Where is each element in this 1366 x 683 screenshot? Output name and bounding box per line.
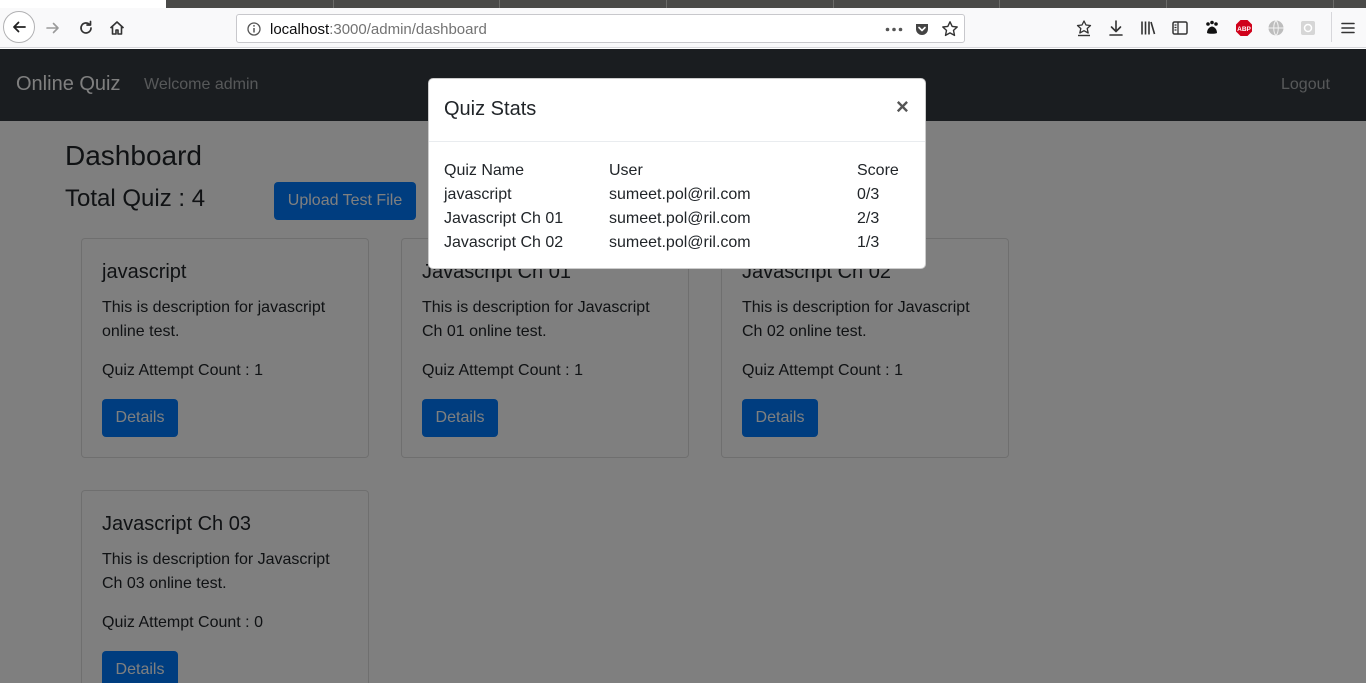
quiz-stats-modal: Quiz Stats × Quiz Name User Score javasc… <box>428 78 926 269</box>
downloads-button[interactable] <box>1106 18 1126 38</box>
info-icon[interactable] <box>247 22 261 36</box>
extension-paw-button[interactable] <box>1202 18 1222 38</box>
url-path: :3000/admin/dashboard <box>329 21 487 38</box>
table-row: Javascript Ch 02 sumeet.pol@ril.com 1/3 <box>444 231 917 255</box>
sidebar-icon <box>1172 21 1188 35</box>
globe-icon <box>1268 20 1284 36</box>
back-button[interactable] <box>3 11 35 43</box>
tab-separator <box>1166 0 1167 8</box>
url-host: localhost <box>270 21 330 38</box>
column-header-user: User <box>609 162 643 179</box>
bookmark-star-icon[interactable] <box>941 20 959 38</box>
column-header-quiz-name: Quiz Name <box>444 162 525 179</box>
extension-grid-button[interactable] <box>1298 18 1318 38</box>
tab-separator <box>666 0 667 8</box>
browser-toolbar: localhost:3000/admin/dashboard ABP <box>0 8 1366 48</box>
table-header-row: Quiz Name User Score <box>444 159 917 183</box>
modal-header: Quiz Stats × <box>429 79 925 142</box>
cell-score: 1/3 <box>857 234 880 251</box>
reload-button[interactable] <box>76 18 96 38</box>
url-text[interactable]: localhost:3000/admin/dashboard <box>270 21 487 38</box>
forward-button[interactable] <box>43 18 63 38</box>
cell-quiz-name: Javascript Ch 02 <box>444 234 564 251</box>
cell-score: 0/3 <box>857 186 880 203</box>
back-arrow-icon <box>13 21 26 33</box>
adblock-plus-icon: ABP <box>1236 20 1252 36</box>
menu-button[interactable] <box>1338 18 1358 38</box>
paw-icon <box>1206 20 1218 34</box>
page-content: Online Quiz Welcome admin Logout Dashboa… <box>0 49 1366 683</box>
tab-strip <box>0 0 1366 8</box>
download-icon <box>1109 20 1123 36</box>
column-header-score: Score <box>857 162 899 179</box>
hamburger-menu-icon <box>1341 22 1355 34</box>
library-icon <box>1141 21 1156 35</box>
table-row: Javascript Ch 01 sumeet.pol@ril.com 2/3 <box>444 207 917 231</box>
sidebar-button[interactable] <box>1170 18 1190 38</box>
quiz-stats-table: Quiz Name User Score javascript sumeet.p… <box>444 159 917 255</box>
cell-score: 2/3 <box>857 210 880 227</box>
star-list-icon <box>1076 20 1092 37</box>
cell-user: sumeet.pol@ril.com <box>609 234 751 251</box>
cell-user: sumeet.pol@ril.com <box>609 186 751 203</box>
home-icon <box>109 21 125 35</box>
extension-globe-button[interactable] <box>1266 18 1286 38</box>
tab-separator <box>333 0 334 8</box>
forward-arrow-icon <box>46 22 59 34</box>
table-row: javascript sumeet.pol@ril.com 0/3 <box>444 183 917 207</box>
modal-title: Quiz Stats <box>444 98 537 120</box>
extension-grid-icon <box>1301 21 1315 35</box>
tab-separator <box>833 0 834 8</box>
url-bar[interactable]: localhost:3000/admin/dashboard <box>236 14 965 43</box>
adblock-plus-label: ABP <box>1237 26 1251 33</box>
adblock-plus-button[interactable]: ABP <box>1234 18 1254 38</box>
more-actions-icon[interactable] <box>885 27 903 32</box>
bookmarks-toolbar-button[interactable] <box>1074 18 1094 38</box>
tab-separator <box>999 0 1000 8</box>
tab-separator <box>1333 0 1334 8</box>
tab-strip-background <box>166 0 1366 8</box>
home-button[interactable] <box>107 18 127 38</box>
tab-separator <box>499 0 500 8</box>
cell-quiz-name: javascript <box>444 186 512 203</box>
reload-icon <box>80 20 92 34</box>
library-button[interactable] <box>1138 18 1158 38</box>
cell-user: sumeet.pol@ril.com <box>609 210 751 227</box>
close-button[interactable]: × <box>896 94 909 120</box>
pocket-icon[interactable] <box>914 21 930 37</box>
cell-quiz-name: Javascript Ch 01 <box>444 210 564 227</box>
toolbar-divider <box>1331 12 1332 42</box>
